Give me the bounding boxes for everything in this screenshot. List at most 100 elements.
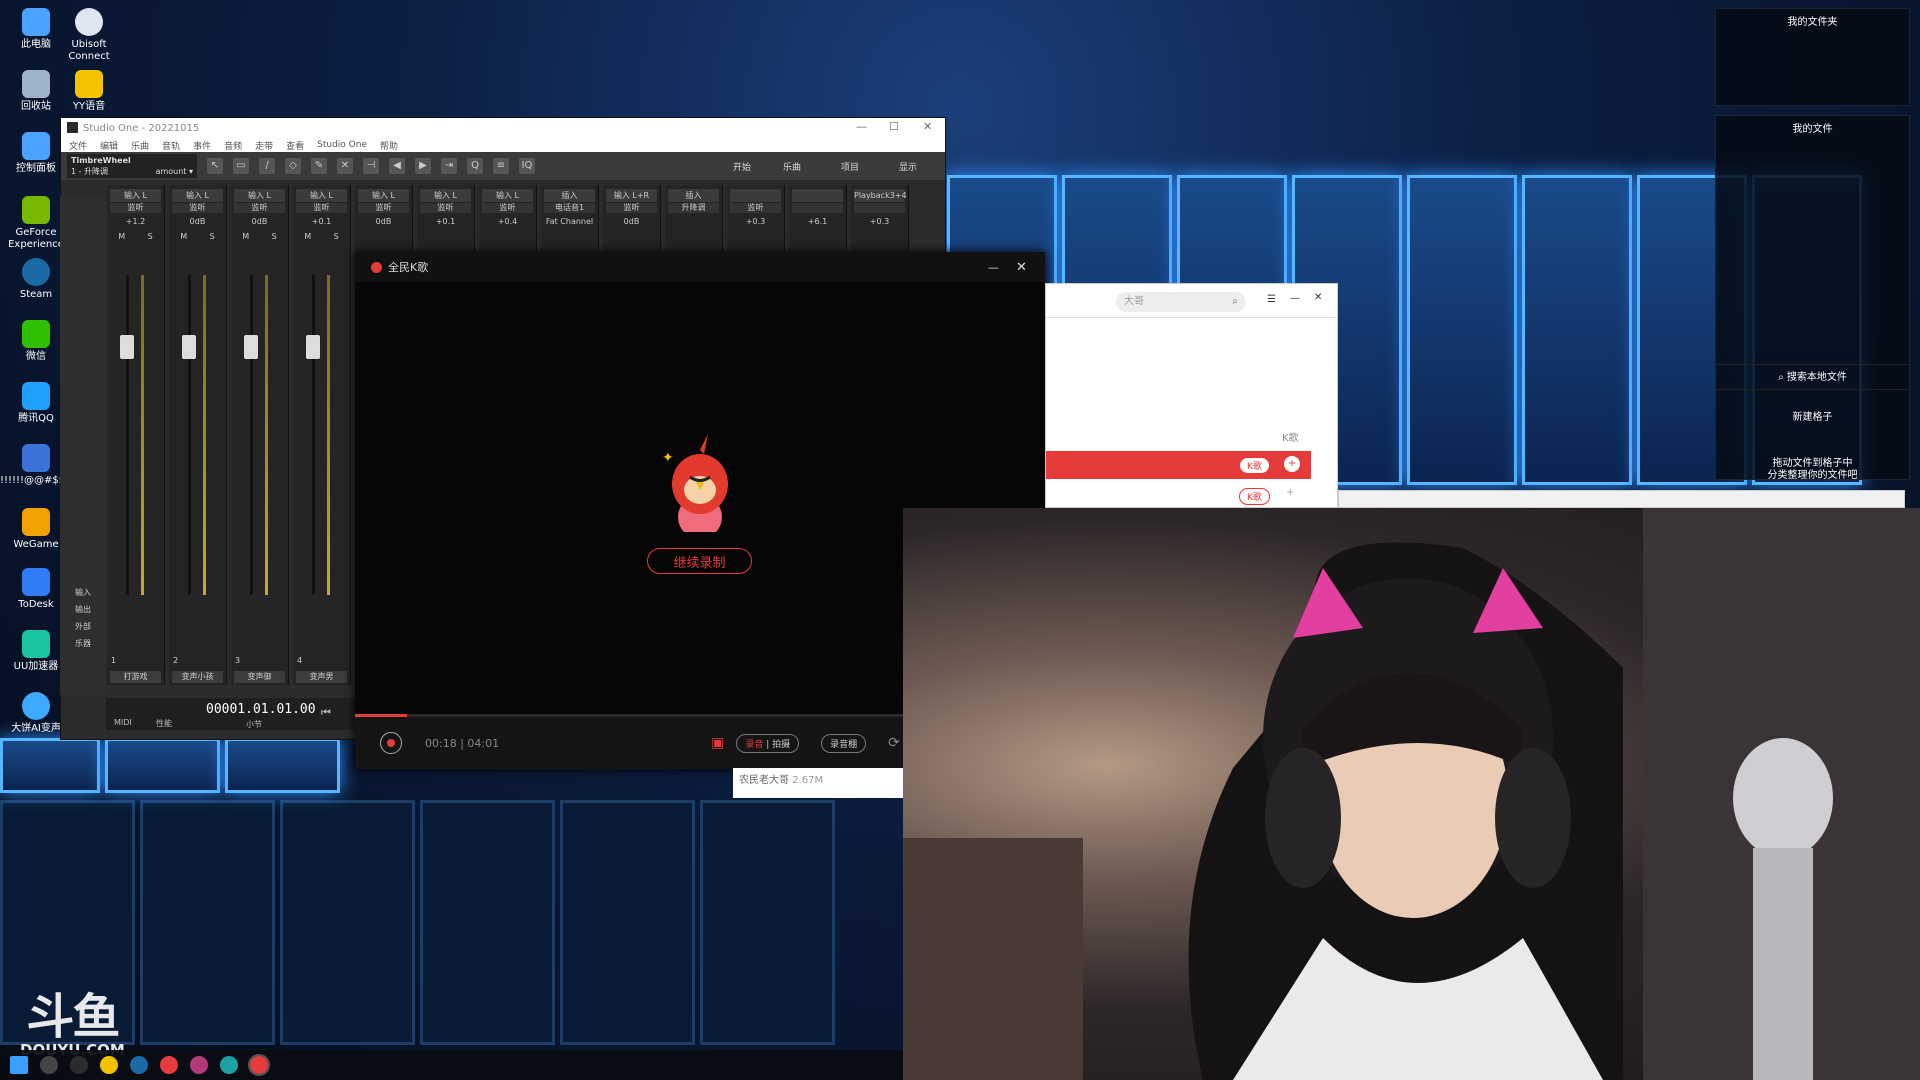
mixer-channel[interactable]: 输入 L 监听 0dB M S 2 变声小孩: [169, 185, 227, 685]
toolbar-song[interactable]: 乐曲: [783, 160, 801, 173]
side-label-instrument[interactable]: 乐器: [60, 638, 106, 649]
maximize-icon[interactable]: ☐: [889, 120, 899, 133]
channel-input[interactable]: 插入: [668, 189, 719, 202]
channel-fader-track[interactable]: [126, 275, 129, 595]
mixer-channel[interactable]: 插入 升降调: [665, 185, 723, 255]
track-selector[interactable]: TimbreWheel 1 - 升降调 amount ▾: [67, 154, 197, 178]
record-mode-toggle[interactable]: 录音 | 拍摄: [736, 733, 800, 753]
channel-fader-track[interactable]: [188, 275, 191, 595]
file-panel-main[interactable]: 我的文件 ⌕ 搜索本地文件 新建格子 拖动文件到格子中 分类整理你的文件吧: [1715, 115, 1910, 481]
mixer-channel[interactable]: 输入 L 监听 +0.4: [479, 185, 537, 255]
menu-event[interactable]: 事件: [193, 139, 211, 152]
channel-monitor[interactable]: 监听: [482, 203, 533, 213]
mixer-channel[interactable]: 输入 L+R 监听 0dB: [603, 185, 661, 255]
search-icon[interactable]: [40, 1056, 58, 1074]
channel-fader-handle[interactable]: [306, 335, 320, 359]
k-song-button[interactable]: K歌: [1239, 488, 1270, 505]
mute-tool-icon[interactable]: ✕: [337, 158, 353, 174]
channel-fader-track[interactable]: [250, 275, 253, 595]
paint-tool-icon[interactable]: ✎: [311, 158, 327, 174]
image-icon[interactable]: ▣: [711, 735, 724, 751]
toolbar-start[interactable]: 开始: [733, 160, 751, 173]
close-icon[interactable]: ✕: [923, 120, 932, 133]
skip-tool-icon[interactable]: ▶: [415, 158, 431, 174]
file-panel-top[interactable]: 我的文件夹: [1715, 8, 1910, 106]
channel-input[interactable]: 输入 L: [420, 189, 471, 202]
channel-monitor[interactable]: 监听: [110, 203, 161, 213]
channel-name[interactable]: 打游戏: [110, 671, 161, 683]
channel-input[interactable]: 输入 L+R: [606, 189, 657, 202]
karaoke-titlebar[interactable]: 全民K歌 — ✕: [355, 252, 1045, 282]
channel-input[interactable]: 插入: [544, 189, 595, 202]
channel-fader-track[interactable]: [312, 275, 315, 595]
solo-button[interactable]: S: [272, 232, 277, 241]
menu-view[interactable]: 查看: [286, 139, 304, 152]
menu-icon[interactable]: ☰: [1267, 294, 1276, 305]
channel-monitor[interactable]: 升降调: [668, 203, 719, 213]
channel-input[interactable]: [730, 189, 781, 202]
minimize-icon[interactable]: —: [1290, 293, 1300, 304]
side-label-output[interactable]: 输出: [60, 604, 106, 615]
transport-performance[interactable]: 性能: [156, 718, 172, 729]
mixer-channel[interactable]: 插入 电话音1 Fat Channel: [541, 185, 599, 255]
song-row[interactable]: K歌 +: [1046, 484, 1311, 508]
settings-icon[interactable]: ⟳: [888, 735, 900, 751]
minimize-icon[interactable]: —: [988, 261, 999, 274]
mute-button[interactable]: M: [242, 232, 249, 241]
menu-edit[interactable]: 编辑: [100, 139, 118, 152]
mute-button[interactable]: M: [180, 232, 187, 241]
side-label-input[interactable]: 输入: [60, 587, 106, 598]
channel-name[interactable]: 变声小孩: [172, 671, 223, 683]
menu-transport[interactable]: 走带: [255, 139, 273, 152]
channel-input[interactable]: 输入 L: [482, 189, 533, 202]
karaoke-taskbar-icon[interactable]: [248, 1054, 270, 1076]
steam-icon[interactable]: [130, 1056, 148, 1074]
record-toggle-icon[interactable]: [380, 732, 402, 754]
add-icon[interactable]: +: [1284, 456, 1300, 472]
transport-midi[interactable]: MIDI: [114, 718, 132, 727]
studio-button[interactable]: 录音棚: [821, 733, 867, 753]
music-list-window[interactable]: 大哥 ⌕ ☰ — ✕ K歌 K歌 + K歌 +: [1045, 283, 1338, 508]
channel-monitor[interactable]: 监听: [358, 203, 409, 213]
menu-help[interactable]: 帮助: [380, 139, 398, 152]
desktop-icon-ubisoft[interactable]: Ubisoft Connect: [53, 8, 125, 63]
file-search-button[interactable]: ⌕ 搜索本地文件: [1716, 364, 1909, 390]
song-row-selected[interactable]: K歌 +: [1046, 451, 1311, 479]
chrome-icon[interactable]: [100, 1056, 118, 1074]
close-icon[interactable]: ✕: [1016, 260, 1027, 275]
studio-one-titlebar[interactable]: Studio One - 20221015 — ☐ ✕: [61, 118, 945, 138]
menu-studio-one[interactable]: Studio One: [317, 140, 367, 150]
channel-input[interactable]: 输入 L: [172, 189, 223, 202]
qq-music-icon[interactable]: [190, 1056, 208, 1074]
channel-input[interactable]: 输入 L: [110, 189, 161, 202]
k-song-button[interactable]: K歌: [1239, 457, 1270, 474]
rewind-icon[interactable]: ⏮: [321, 706, 331, 720]
channel-monitor[interactable]: [854, 203, 905, 213]
snap-tool-icon[interactable]: ≡: [493, 158, 509, 174]
mixer-channel[interactable]: Playback3+4 +0.3: [851, 185, 909, 255]
mixer-channel[interactable]: 输入 L 监听 +1.2 M S 1 打游戏: [107, 185, 165, 685]
channel-name[interactable]: 变声御: [234, 671, 285, 683]
add-icon[interactable]: +: [1286, 487, 1294, 498]
zoom-tool-icon[interactable]: Q: [467, 158, 483, 174]
mixer-channel[interactable]: 输入 L 监听 0dB M S 3 变声御: [231, 185, 289, 685]
eraser-tool-icon[interactable]: ◇: [285, 158, 301, 174]
desktop-icon-yy[interactable]: YY语音: [53, 70, 125, 113]
channel-monitor[interactable]: 监听: [606, 203, 657, 213]
toolbar-project[interactable]: 项目: [841, 160, 859, 173]
mixer-channel[interactable]: 输入 L 监听 0dB: [355, 185, 413, 255]
channel-name[interactable]: 变声男: [296, 671, 347, 683]
toolbar-show[interactable]: 显示: [899, 160, 917, 173]
menu-audio[interactable]: 音频: [224, 139, 242, 152]
arrow-tool-icon[interactable]: ↖: [207, 158, 223, 174]
mute-button[interactable]: M: [118, 232, 125, 241]
listen-tool-icon[interactable]: ◀: [389, 158, 405, 174]
mixer-channel[interactable]: 输入 L 监听 +0.1 M S 4 变声男: [293, 185, 351, 685]
channel-monitor[interactable]: 监听: [730, 203, 781, 213]
follow-tool-icon[interactable]: ⇥: [441, 158, 457, 174]
menu-file[interactable]: 文件: [69, 139, 87, 152]
channel-monitor[interactable]: [792, 203, 843, 213]
channel-monitor[interactable]: 监听: [234, 203, 285, 213]
mute-button[interactable]: M: [304, 232, 311, 241]
solo-button[interactable]: S: [148, 232, 153, 241]
